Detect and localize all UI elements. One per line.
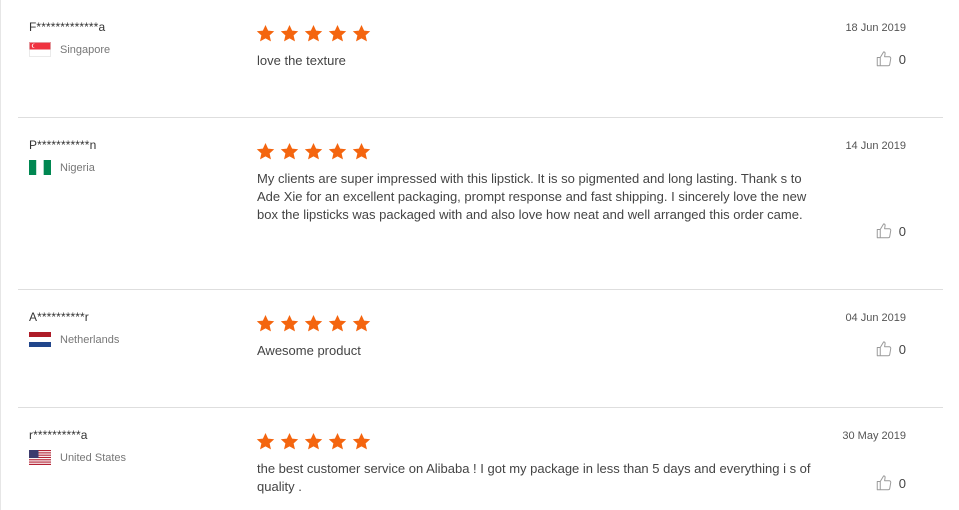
like-count: 0 bbox=[898, 51, 906, 67]
like-count: 0 bbox=[898, 223, 906, 239]
star-rating bbox=[256, 432, 376, 451]
flag-singapore-icon bbox=[29, 42, 51, 57]
reviewer-country: United States bbox=[29, 450, 126, 465]
flag-netherlands-icon bbox=[29, 332, 51, 347]
star-icon bbox=[280, 24, 299, 42]
flag-nigeria-icon bbox=[29, 160, 51, 175]
like-button[interactable]: 0 bbox=[875, 222, 906, 240]
star-rating bbox=[256, 142, 376, 161]
reviewer-name: r**********a bbox=[29, 428, 88, 442]
flag-united-states-icon bbox=[29, 450, 51, 465]
review-text: Awesome product bbox=[257, 343, 361, 358]
reviewer-name: P***********n bbox=[29, 138, 97, 152]
thumbs-up-icon[interactable] bbox=[875, 340, 893, 358]
reviewer-info: r**********a United States bbox=[29, 428, 126, 465]
star-icon bbox=[328, 432, 347, 450]
review-item: F*************a Singapore love the textu… bbox=[0, 20, 943, 118]
review-date: 18 Jun 2019 bbox=[845, 22, 906, 34]
star-icon bbox=[352, 24, 371, 42]
star-icon bbox=[328, 142, 347, 160]
thumbs-up-icon[interactable] bbox=[875, 474, 893, 492]
star-icon bbox=[280, 432, 299, 450]
like-count: 0 bbox=[898, 341, 906, 357]
star-icon bbox=[304, 314, 323, 332]
like-count: 0 bbox=[898, 475, 906, 491]
country-name: Nigeria bbox=[60, 161, 95, 174]
review-date: 04 Jun 2019 bbox=[845, 312, 906, 324]
review-item: r**********a United States the best cust… bbox=[0, 428, 943, 510]
review-text: the best customer service on Alibaba ! I… bbox=[257, 461, 811, 494]
review-list: F*************a Singapore love the textu… bbox=[0, 0, 959, 510]
star-icon bbox=[328, 24, 347, 42]
like-button[interactable]: 0 bbox=[875, 340, 906, 358]
star-icon bbox=[352, 142, 371, 160]
country-name: Singapore bbox=[60, 43, 111, 56]
reviewer-info: A**********r Netherlands bbox=[29, 310, 119, 347]
star-icon bbox=[280, 142, 299, 160]
star-icon bbox=[304, 142, 323, 160]
reviewer-info: F*************a Singapore bbox=[29, 20, 110, 57]
star-icon bbox=[280, 314, 299, 332]
review-item: A**********r Netherlands Awesome product… bbox=[0, 310, 943, 408]
star-icon bbox=[304, 24, 323, 42]
review-divider bbox=[18, 117, 943, 118]
review-text: love the texture bbox=[257, 53, 346, 68]
star-icon bbox=[352, 432, 371, 450]
thumbs-up-icon[interactable] bbox=[875, 222, 893, 240]
review-text: My clients are super impressed with this… bbox=[257, 171, 807, 222]
star-icon bbox=[328, 314, 347, 332]
review-date: 14 Jun 2019 bbox=[845, 140, 906, 152]
reviewer-name: A**********r bbox=[29, 310, 89, 324]
star-rating bbox=[256, 24, 376, 43]
star-icon bbox=[256, 314, 275, 332]
star-icon bbox=[256, 142, 275, 160]
star-rating bbox=[256, 314, 376, 333]
review-date: 30 May 2019 bbox=[842, 430, 906, 442]
country-name: Netherlands bbox=[60, 333, 120, 346]
country-name: United States bbox=[60, 451, 127, 464]
thumbs-up-icon[interactable] bbox=[875, 50, 893, 68]
star-icon bbox=[256, 432, 275, 450]
star-icon bbox=[352, 314, 371, 332]
reviewer-country: Singapore bbox=[29, 42, 110, 57]
reviewer-info: P***********n Nigeria bbox=[29, 138, 96, 175]
star-icon bbox=[256, 24, 275, 42]
star-icon bbox=[304, 432, 323, 450]
like-button[interactable]: 0 bbox=[875, 474, 906, 492]
review-item: P***********n Nigeria My clients are sup… bbox=[0, 138, 943, 290]
review-divider bbox=[18, 407, 943, 408]
review-divider bbox=[18, 289, 943, 290]
reviewer-name: F*************a bbox=[29, 20, 106, 34]
reviewer-country: Netherlands bbox=[29, 332, 119, 347]
reviewer-country: Nigeria bbox=[29, 160, 96, 175]
like-button[interactable]: 0 bbox=[875, 50, 906, 68]
